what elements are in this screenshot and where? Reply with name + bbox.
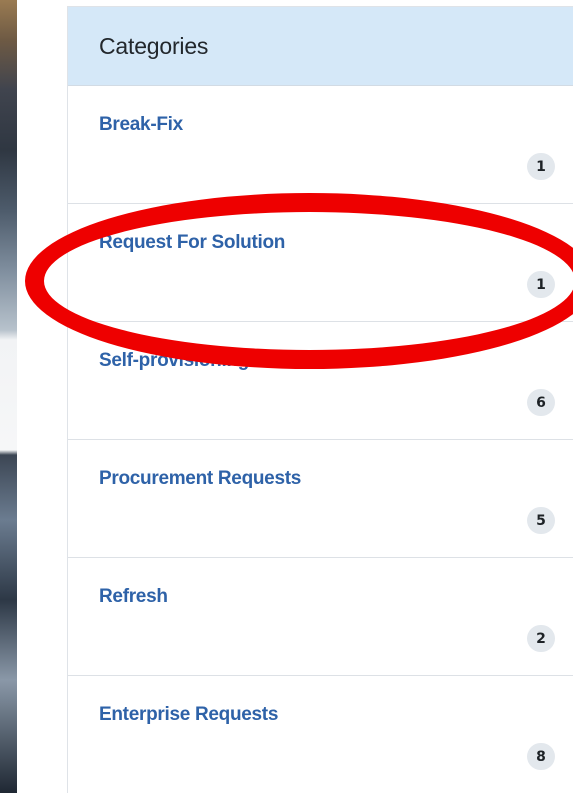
category-item-refresh[interactable]: Refresh 2 [68,558,573,676]
category-label[interactable]: Self-provisioning [99,350,249,372]
category-label[interactable]: Refresh [99,586,168,608]
count-badge: 5 [527,507,555,534]
category-item-break-fix[interactable]: Break-Fix 1 [68,86,573,204]
category-item-request-for-solution[interactable]: Request For Solution 1 [68,204,573,322]
category-item-enterprise-requests[interactable]: Enterprise Requests 8 [68,676,573,793]
category-label[interactable]: Enterprise Requests [99,704,278,726]
count-badge: 1 [527,153,555,180]
category-item-self-provisioning[interactable]: Self-provisioning 6 [68,322,573,440]
count-badge: 2 [527,625,555,652]
category-label[interactable]: Break-Fix [99,114,183,136]
categories-panel: Categories Break-Fix 1 Request For Solut… [67,6,573,793]
categories-title: Categories [99,32,209,59]
categories-header: Categories [68,7,573,86]
category-item-procurement-requests[interactable]: Procurement Requests 5 [68,440,573,558]
category-label[interactable]: Procurement Requests [99,468,301,490]
count-badge: 6 [527,389,555,416]
category-label[interactable]: Request For Solution [99,232,285,254]
background-image-strip [0,0,17,793]
count-badge: 8 [527,743,555,770]
page: Categories Break-Fix 1 Request For Solut… [0,0,573,793]
count-badge: 1 [527,271,555,298]
